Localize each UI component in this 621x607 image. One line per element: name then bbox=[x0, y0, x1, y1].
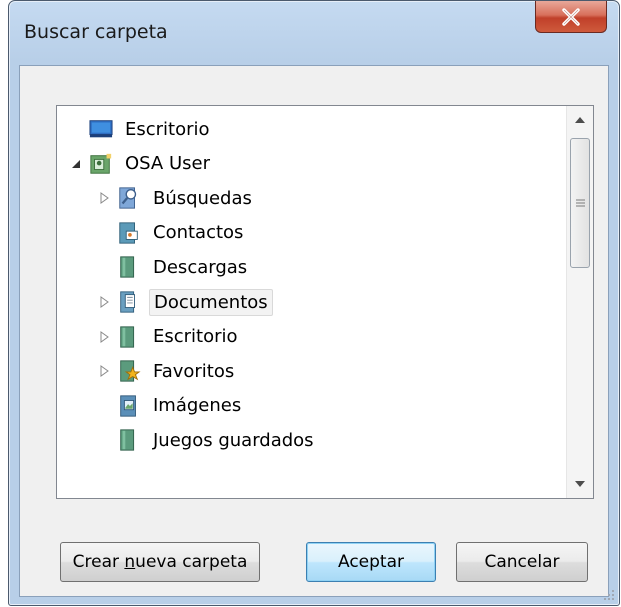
tree-item-label: OSA User bbox=[125, 153, 210, 175]
folder-tree[interactable]: Escritorio OSA User Búsquedas Contactos Desc… bbox=[56, 105, 594, 499]
tree-expander bbox=[69, 122, 83, 136]
downloads-folder-icon bbox=[117, 254, 141, 280]
tree-item-label: Favoritos bbox=[153, 360, 235, 382]
tree-expander[interactable] bbox=[97, 191, 111, 205]
expand-arrow-icon bbox=[100, 192, 109, 205]
expand-arrow-icon bbox=[100, 296, 109, 308]
window-title: Buscar carpeta bbox=[24, 21, 168, 43]
tree-item-label: Imágenes bbox=[153, 395, 242, 417]
close-button[interactable] bbox=[535, 1, 607, 33]
tree-expander[interactable] bbox=[97, 364, 111, 378]
tree-expander[interactable] bbox=[97, 295, 111, 309]
searches-folder-icon bbox=[117, 185, 141, 211]
expand-arrow-icon bbox=[100, 330, 109, 343]
tree-item[interactable]: Búsquedas bbox=[97, 181, 256, 215]
tree-item-label: Descargas bbox=[153, 256, 248, 278]
tree-expander bbox=[97, 433, 111, 447]
tree-item[interactable]: Escritorio bbox=[97, 320, 242, 354]
scroll-thumb[interactable] bbox=[570, 138, 590, 268]
pictures-folder-icon bbox=[117, 393, 141, 419]
user-folder-icon bbox=[89, 151, 113, 177]
folder-tree-rows: Escritorio OSA User Búsquedas Contactos Desc… bbox=[57, 106, 565, 498]
grip-lines-icon bbox=[575, 199, 585, 207]
tree-item[interactable]: Favoritos bbox=[97, 354, 238, 388]
tree-item-label: Escritorio bbox=[153, 326, 238, 348]
close-icon bbox=[562, 7, 580, 26]
scroll-up-arrow-icon bbox=[575, 117, 585, 123]
dialog-window: Buscar carpeta Escritorio OSA User Búsqued… bbox=[8, 0, 620, 606]
title-bar[interactable]: Buscar carpeta bbox=[9, 1, 619, 63]
tree-item-label: Búsquedas bbox=[153, 187, 252, 209]
tree-expander bbox=[97, 226, 111, 240]
tree-item[interactable]: Descargas bbox=[97, 250, 251, 284]
documents-folder-icon bbox=[117, 289, 141, 315]
tree-item[interactable]: Escritorio bbox=[69, 112, 214, 146]
new-folder-label: Crear nueva carpeta bbox=[72, 552, 248, 572]
tree-item-label: Documentos bbox=[149, 288, 273, 316]
contacts-folder-icon bbox=[117, 220, 141, 246]
collapse-arrow-icon bbox=[72, 159, 80, 168]
tree-item[interactable]: OSA User bbox=[69, 147, 214, 181]
tree-expander bbox=[97, 399, 111, 413]
saved-games-folder-icon bbox=[117, 427, 141, 453]
vertical-scrollbar[interactable] bbox=[566, 106, 593, 498]
tree-item[interactable]: Documentos bbox=[97, 285, 273, 319]
tree-item[interactable]: Contactos bbox=[97, 216, 247, 250]
scroll-down-button[interactable] bbox=[567, 470, 593, 498]
desktop-icon bbox=[89, 116, 113, 142]
resize-grip-icon[interactable] bbox=[603, 589, 615, 601]
tree-item[interactable]: Juegos guardados bbox=[97, 423, 318, 457]
scroll-down-arrow-icon bbox=[575, 481, 585, 487]
scroll-up-button[interactable] bbox=[567, 106, 593, 134]
tree-item-label: Escritorio bbox=[125, 118, 210, 140]
tree-item-label: Juegos guardados bbox=[153, 429, 314, 451]
tree-item-label: Contactos bbox=[153, 222, 244, 244]
desktop-folder-icon bbox=[117, 324, 141, 350]
cancel-button[interactable]: Cancelar bbox=[456, 542, 588, 582]
tree-expander[interactable] bbox=[69, 157, 83, 171]
favorites-folder-icon bbox=[117, 358, 141, 384]
tree-item[interactable]: Imágenes bbox=[97, 389, 245, 423]
expand-arrow-icon bbox=[100, 365, 109, 378]
new-folder-button[interactable]: Crear nueva carpeta bbox=[60, 542, 260, 582]
ok-button[interactable]: Aceptar bbox=[306, 542, 436, 582]
tree-expander bbox=[97, 260, 111, 274]
tree-expander[interactable] bbox=[97, 330, 111, 344]
